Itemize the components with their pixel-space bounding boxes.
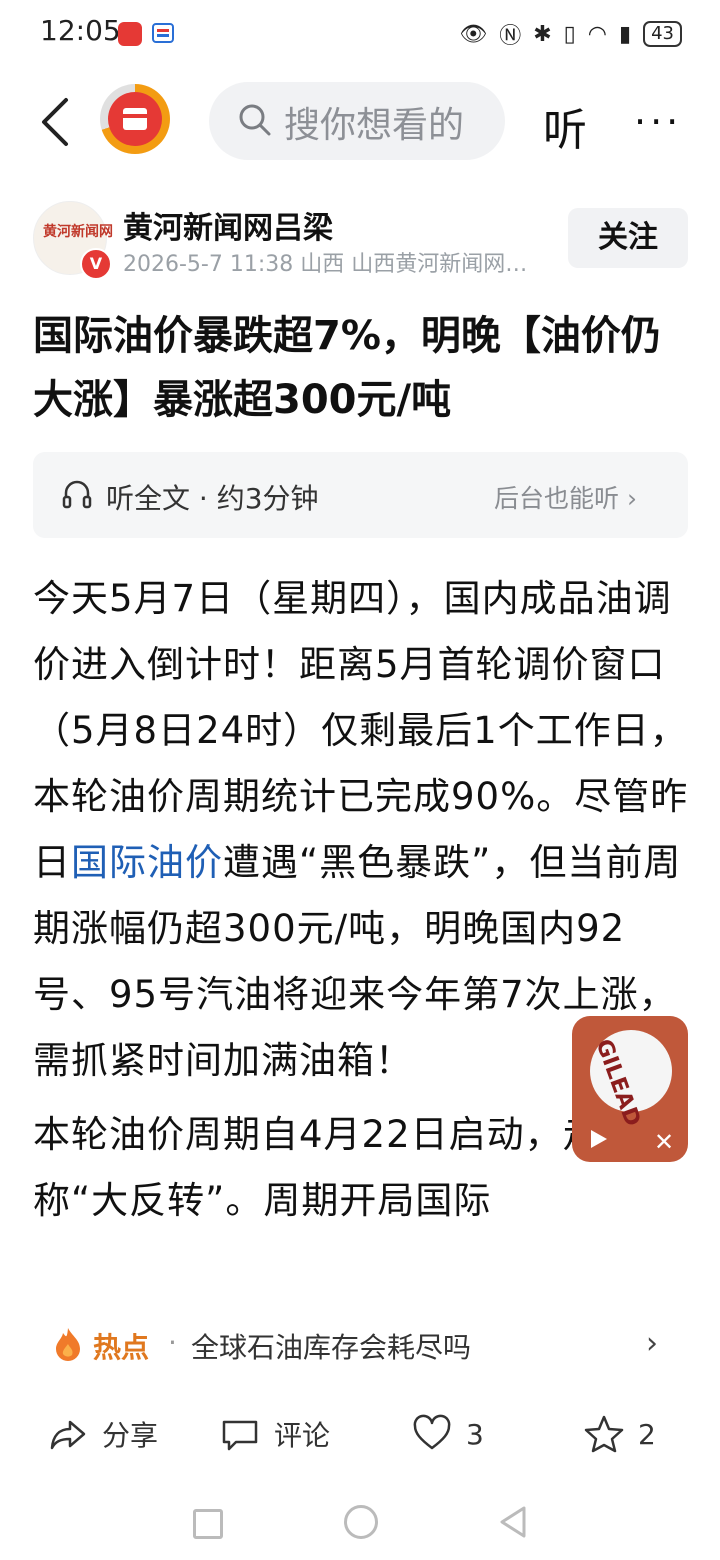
paragraph-1-text-3: 需抓紧时间加满油箱！ [33,1039,413,1082]
author-name[interactable]: 黄河新闻网吕梁 [123,203,333,247]
listen-button[interactable]: 听 [543,94,587,158]
share-label: 分享 [102,1419,159,1452]
listen-duration-label: 听全文 · 约3分钟 [106,482,319,515]
ad-play-icon[interactable] [589,1128,609,1150]
like-button[interactable]: 3 [412,1414,484,1454]
verified-badge-icon: V [80,248,112,280]
favorite-button[interactable]: 2 [584,1414,656,1454]
notification-app-icon [118,22,142,46]
nfc-icon: Ⓝ [499,24,522,49]
hot-label: 热点 [93,1331,150,1364]
ad-close-icon[interactable]: ✕ [654,1128,674,1156]
status-icons: 👁 Ⓝ ✱ ▯ ◠ ▮ 43 [459,18,682,50]
comment-button[interactable]: 评论 [220,1414,330,1454]
channel-logo-icon [108,92,162,146]
comment-label: 评论 [274,1419,331,1452]
hot-topic-text[interactable]: 全球石油库存会耗尽吗 [191,1326,471,1366]
search-placeholder[interactable]: 搜你想看的 [284,96,474,148]
fire-icon [52,1326,84,1362]
search-icon [237,102,273,138]
status-time: 12:05 [40,14,121,47]
notification-app-icon-2 [152,22,174,46]
avatar-logo-text: 黄河新闻网 [43,224,113,240]
back-arrow-icon[interactable] [36,92,76,152]
bluetooth-icon: ✱ [533,21,552,47]
paragraph-1: 今天5月7日（星期四），国内成品油调价进入倒计时！距离5月首轮调价窗口（5月8日… [33,566,693,1094]
article-title: 国际油价暴跌超7%，明晚【油价仍大涨】暴涨超300元/吨 [33,313,661,423]
share-icon [50,1420,86,1450]
heart-icon [413,1414,451,1450]
follow-button[interactable]: 关注 [568,208,688,268]
like-count: 3 [466,1417,484,1451]
recent-apps-button[interactable] [193,1509,223,1539]
more-options-icon[interactable]: ··· [634,100,682,144]
star-icon [584,1415,624,1453]
international-oil-price-link[interactable]: 国际油价 [71,841,223,884]
battery-indicator: 43 [643,21,682,47]
home-button[interactable] [344,1505,378,1539]
background-listen-link[interactable]: 后台也能听 › [494,479,637,515]
chevron-right-icon[interactable]: › [646,1326,658,1361]
alert-icon: ▮ [618,21,632,47]
share-button[interactable]: 分享 [48,1414,158,1454]
favorite-count: 2 [638,1417,656,1451]
headphone-icon [62,478,92,510]
wifi-icon: ◠ [587,21,607,47]
vibrate-icon: ▯ [563,21,576,47]
system-back-button[interactable] [498,1505,528,1539]
eye-icon: 👁 [459,21,488,47]
comment-icon [222,1420,258,1451]
paragraph-1-text: 今天5月7日（星期四），国内成品油调价进入倒计时！距离5月首轮调价窗口（5月8日… [33,577,689,884]
hot-separator: · [168,1326,177,1359]
publish-meta: 2026-5-7 11:38 山西 山西黄河新闻网… [123,252,528,277]
